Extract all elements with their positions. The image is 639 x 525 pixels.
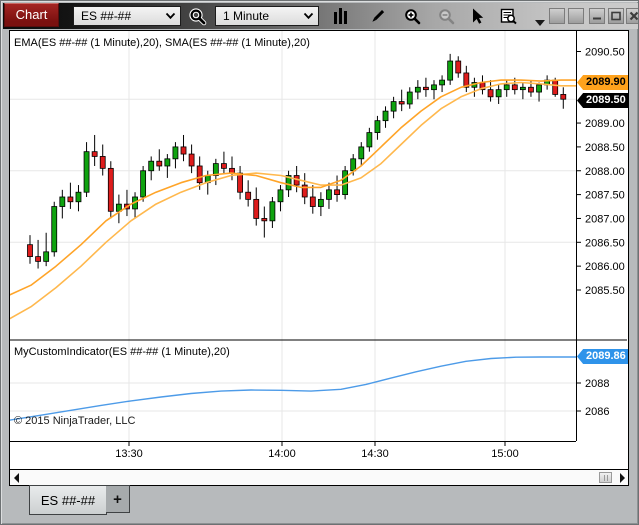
ninjatrader-chart-window: Chart ES ##-## 1 Minute — [0, 0, 639, 525]
svg-text:2086: 2086 — [585, 406, 609, 418]
chevron-down-icon — [165, 12, 176, 20]
interval-value: 1 Minute — [223, 7, 269, 25]
window-title-tab[interactable]: Chart — [4, 3, 59, 27]
svg-text:2086.00: 2086.00 — [585, 261, 625, 273]
price-panel-indicator-label: EMA(ES ##-## (1 Minute),20), SMA(ES ##-#… — [14, 37, 310, 49]
instrument-value: ES ##-## — [81, 7, 131, 25]
data-box-button[interactable] — [497, 6, 521, 27]
zoom-out-icon — [438, 8, 456, 26]
chevron-down-icon — [303, 12, 314, 20]
restore-icon — [611, 11, 621, 21]
svg-text:2087.50: 2087.50 — [585, 190, 625, 202]
zoom-out-button[interactable] — [435, 6, 459, 27]
window-button-blank-1[interactable] — [549, 8, 565, 24]
svg-text:2085.50: 2085.50 — [585, 285, 625, 297]
instrument-selector[interactable]: ES ##-## — [73, 6, 181, 26]
svg-text:2090.50: 2090.50 — [585, 47, 625, 59]
tab-instrument[interactable]: ES ##-## — [29, 485, 107, 515]
svg-text:14:00: 14:00 — [268, 448, 296, 460]
drawing-tools-button[interactable] — [365, 6, 389, 27]
svg-text:2086.50: 2086.50 — [585, 237, 625, 249]
pencil-icon — [368, 8, 386, 26]
scroll-right-icon[interactable] — [620, 473, 625, 483]
last-price-marker: 2089.50 — [577, 93, 628, 108]
svg-text:2088.00: 2088.00 — [585, 166, 625, 178]
indicator-panel-label: MyCustomIndicator(ES ##-## (1 Minute),20… — [14, 346, 230, 358]
close-button[interactable] — [626, 8, 639, 24]
window-button-blank-2[interactable] — [568, 8, 584, 24]
instrument-lookup-button[interactable] — [186, 6, 210, 27]
svg-text:13:30: 13:30 — [115, 448, 143, 460]
more-tools-dropdown[interactable] — [535, 13, 545, 31]
search-icon — [189, 8, 207, 26]
svg-text:2089.00: 2089.00 — [585, 118, 625, 130]
scrollbar-thumb[interactable] — [599, 472, 612, 483]
titlebar: Chart ES ##-## 1 Minute — [3, 3, 638, 29]
pointer-icon — [470, 8, 486, 25]
minimize-button[interactable] — [589, 8, 605, 24]
restore-button[interactable] — [608, 8, 624, 24]
horizontal-scrollbar[interactable] — [10, 469, 628, 485]
interval-selector[interactable]: 1 Minute — [215, 6, 319, 26]
add-tab-button[interactable]: + — [106, 485, 130, 513]
document-search-icon — [500, 8, 518, 25]
price-plot-svg: 2090.50 2089.00 2088.50 2088.00 2087.50 2087.… — [10, 31, 628, 469]
svg-text:2088.50: 2088.50 — [585, 142, 625, 154]
cursor-button[interactable] — [466, 6, 490, 27]
bars-icon — [333, 8, 349, 25]
caret-down-icon — [535, 20, 545, 26]
zoom-in-icon — [404, 8, 422, 26]
svg-text:2088: 2088 — [585, 378, 609, 390]
minimize-icon — [592, 11, 602, 21]
svg-text:14:30: 14:30 — [361, 448, 389, 460]
chart-style-button[interactable] — [329, 6, 353, 27]
scroll-left-icon[interactable] — [14, 473, 19, 483]
copyright-text: © 2015 NinjaTrader, LLC — [14, 415, 135, 427]
svg-text:2087.00: 2087.00 — [585, 213, 625, 225]
svg-text:15:00: 15:00 — [491, 448, 519, 460]
close-icon — [629, 11, 639, 21]
zoom-in-button[interactable] — [401, 6, 425, 27]
ma-price-marker: 2089.90 — [577, 75, 628, 90]
indicator-value-marker: 2089.86 — [577, 349, 628, 364]
